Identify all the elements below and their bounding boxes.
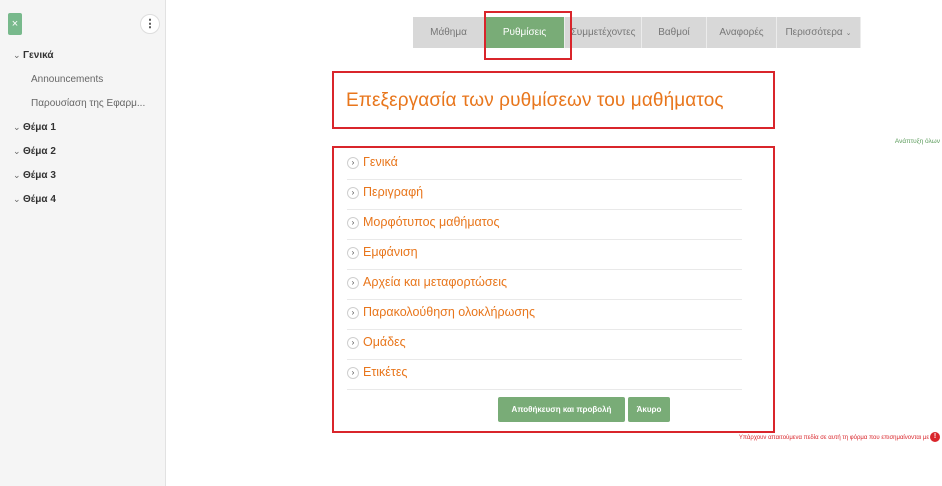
sidebar-item-topic3[interactable]: ⌄ Θέμα 3 (13, 170, 56, 181)
course-index-drawer: × ⋮ ⌄ Γενικά Announcements Παρουσίαση της… (0, 0, 166, 486)
section-groups[interactable]: › Ομάδες (347, 332, 742, 360)
drawer-menu-button[interactable]: ⋮ (140, 14, 160, 34)
section-completion-tracking[interactable]: › Παρακολούθηση ολοκλήρωσης (347, 302, 742, 330)
section-label: Περιγραφή (363, 185, 424, 199)
section-label: Γενικά (363, 155, 398, 169)
chevron-right-icon: › (347, 217, 359, 229)
section-files-uploads[interactable]: › Αρχεία και μεταφορτώσεις (347, 272, 742, 300)
section-tags[interactable]: › Ετικέτες (347, 362, 742, 390)
page-title: Επεξεργασία των ρυθμίσεων του μαθήματος (346, 90, 724, 111)
tab-grades[interactable]: Βαθμοί (642, 17, 707, 48)
tab-reports[interactable]: Αναφορές (707, 17, 777, 48)
chevron-right-icon: › (347, 337, 359, 349)
cancel-button[interactable]: Άκυρο (628, 397, 670, 422)
chevron-right-icon: › (347, 367, 359, 379)
highlight-box-settings-tab (484, 11, 572, 60)
course-secondary-nav: Μάθημα Ρυθμίσεις Συμμετέχοντες Βαθμοί Αν… (413, 17, 861, 48)
section-label: Ετικέτες (363, 365, 408, 379)
chevron-right-icon: › (347, 307, 359, 319)
tab-more[interactable]: Περισσότερα ⌄ (777, 17, 861, 48)
chevron-right-icon: › (347, 277, 359, 289)
sidebar-item-general[interactable]: ⌄ Γενικά (13, 50, 54, 61)
required-fields-note: Υπάρχουν απαιτούμενα πεδία σε αυτή τη φό… (738, 435, 929, 441)
section-label: Μορφότυπος μαθήματος (363, 215, 500, 229)
section-label: Αρχεία και μεταφορτώσεις (363, 275, 507, 289)
chevron-right-icon: › (347, 187, 359, 199)
chevron-down-icon: ⌄ (845, 30, 852, 37)
required-icon: ! (930, 432, 940, 442)
section-appearance[interactable]: › Εμφάνιση (347, 242, 742, 270)
section-label: Ομάδες (363, 335, 406, 349)
sidebar-item-topic1[interactable]: ⌄ Θέμα 1 (13, 122, 56, 133)
save-and-display-button[interactable]: Αποθήκευση και προβολή (498, 397, 625, 422)
chevron-down-icon: ⌄ (13, 50, 21, 60)
section-label: Παρακολούθηση ολοκλήρωσης (363, 305, 536, 319)
sidebar-item-topic2[interactable]: ⌄ Θέμα 2 (13, 146, 56, 157)
chevron-down-icon: ⌄ (13, 170, 21, 180)
section-description[interactable]: › Περιγραφή (347, 182, 742, 210)
sidebar-item-label: Θέμα 4 (23, 194, 56, 205)
tab-more-label: Περισσότερα (785, 27, 843, 38)
chevron-down-icon: ⌄ (13, 146, 21, 156)
sidebar-item-label: Θέμα 2 (23, 146, 56, 157)
chevron-down-icon: ⌄ (13, 194, 21, 204)
tab-course[interactable]: Μάθημα (413, 17, 485, 48)
sidebar-item-announcements[interactable]: Announcements (31, 74, 103, 85)
tab-participants[interactable]: Συμμετέχοντες (565, 17, 642, 48)
sidebar-item-label: Θέμα 3 (23, 170, 56, 181)
sidebar-item-presentation[interactable]: Παρουσίαση της Εφαρμ... (31, 98, 145, 109)
expand-all-link[interactable]: Ανάπτυξη όλων (895, 138, 940, 145)
close-drawer-button[interactable]: × (8, 13, 22, 35)
chevron-right-icon: › (347, 247, 359, 259)
section-course-format[interactable]: › Μορφότυπος μαθήματος (347, 212, 742, 240)
section-label: Εμφάνιση (363, 245, 418, 259)
sidebar-item-topic4[interactable]: ⌄ Θέμα 4 (13, 194, 56, 205)
chevron-down-icon: ⌄ (13, 122, 21, 132)
section-general[interactable]: › Γενικά (347, 152, 742, 180)
sidebar-item-label: Θέμα 1 (23, 122, 56, 133)
sidebar-item-label: Γενικά (23, 50, 54, 61)
chevron-right-icon: › (347, 157, 359, 169)
